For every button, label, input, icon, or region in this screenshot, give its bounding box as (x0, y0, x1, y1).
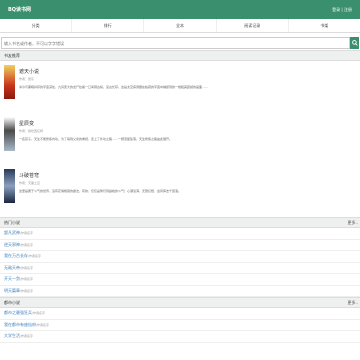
list-item-author: /作者名字 (20, 265, 34, 270)
book-description: 冰冷与黑暗并存的宇宙深处，九具庞大的龙尸拉着一口青铜古棺，亘古长存。这是太空探测… (19, 85, 209, 89)
book-item[interactable]: 斗破苍穹 作者：天蚕土豆 这里是属于斗气的世界，没有花俏艳丽的魔法，有的，仅仅是… (0, 165, 360, 217)
book-title[interactable]: 斗破苍穹 (19, 172, 356, 179)
list-item[interactable]: 开天一剑/作者名字 (0, 274, 360, 286)
list-item-author: /作者名字 (20, 242, 34, 247)
list-item-title[interactable]: 超凡武神 (4, 230, 20, 235)
book-author: 作者：我吃西红柿 (19, 129, 44, 133)
nav-item-ranking[interactable]: 排行 (72, 19, 145, 32)
nav-item-bookshelf[interactable]: 书架 (289, 19, 360, 32)
search-bar (0, 36, 360, 50)
list-item-author: /作者名字 (36, 322, 50, 327)
more-link[interactable]: 更多.. (347, 220, 358, 226)
site-logo[interactable]: BQ读书网 (8, 6, 31, 13)
book-author: 作者：天蚕土豆 (19, 181, 41, 185)
list-item-author: /作者名字 (20, 277, 34, 281)
list-item-title[interactable]: 我在都市有座仙府 (4, 322, 36, 327)
nav-item-complete[interactable]: 全本 (144, 19, 217, 32)
popular-list: 超凡武神/作者名字 逆天邪神/作者名字 我在万古长存/作者名字 无敌天帝/作者名… (0, 228, 360, 297)
list-item-author: /作者名字 (32, 311, 46, 315)
list-item-author: /作者名字 (20, 231, 34, 235)
more-link[interactable]: 更多.. (347, 300, 358, 306)
list-item-author: /作者名字 (28, 254, 42, 258)
list-item[interactable]: 逆天邪神/作者名字 (0, 240, 360, 251)
book-item[interactable]: 遮天小说 作者：辰东 冰冷与黑暗并存的宇宙深处，九具庞大的龙尸拉着一口青铜古棺，… (0, 61, 360, 113)
book-cover[interactable] (4, 117, 15, 151)
main-nav: 分类 排行 全本 阅读记录 书架 (0, 19, 360, 33)
book-cover[interactable] (4, 169, 15, 203)
list-item-title[interactable]: 明天篇章 (4, 288, 20, 293)
list-item-title[interactable]: 我在万古长存 (4, 253, 28, 258)
search-input[interactable] (1, 37, 350, 49)
list-item[interactable]: 明天篇章/作者名字 (0, 286, 360, 297)
book-title[interactable]: 星辰变 (19, 120, 356, 127)
search-icon (351, 40, 358, 46)
popular-section-header: 热门小说 更多.. (0, 217, 360, 228)
book-description: 这里是属于斗气的世界，没有花俏艳丽的魔法，有的，仅仅是繁衍到巅峰的斗气！心潮澎湃… (19, 189, 182, 193)
list-item-title[interactable]: 开天一剑 (4, 276, 20, 281)
list-item[interactable]: 无敌天帝/作者名字 (0, 263, 360, 274)
nav-item-history[interactable]: 阅读记录 (217, 19, 289, 32)
list-item-title[interactable]: 无敌天帝 (4, 265, 20, 270)
book-cover[interactable] (4, 65, 15, 99)
list-item[interactable]: 我在万古长存/作者名字 (0, 251, 360, 263)
list-item[interactable]: 大学生活/作者名字 (0, 331, 360, 343)
featured-section-header: 书友推荐 (0, 50, 360, 61)
list-item-title[interactable]: 大学生活 (4, 333, 20, 338)
list-item[interactable]: 超凡武神/作者名字 (0, 228, 360, 240)
list-item[interactable]: 都市之最强狂兵/作者名字 (0, 308, 360, 320)
book-description: 一名孩子，天生不能修炼内功，为了得到父亲的重视，走上了外功之路……一颗流星坠落，… (19, 137, 173, 141)
login-register-link[interactable]: 登录 | 注册 (332, 7, 352, 13)
book-title[interactable]: 遮天小说 (19, 68, 356, 75)
recent-list: 都市之最强狂兵/作者名字 我在都市有座仙府/作者名字 大学生活/作者名字 (0, 308, 360, 343)
list-item-author: /作者名字 (20, 288, 34, 293)
list-item-title[interactable]: 逆天邪神 (4, 242, 20, 247)
top-bar: BQ读书网 登录 | 注册 (0, 0, 360, 19)
section-title: 书友推荐 (4, 52, 20, 58)
book-item[interactable]: 星辰变 作者：我吃西红柿 一名孩子，天生不能修炼内功，为了得到父亲的重视，走上了… (0, 113, 360, 165)
nav-item-category[interactable]: 分类 (0, 19, 73, 32)
book-author: 作者：辰东 (19, 77, 35, 81)
recent-section-header: 都市小说 更多.. (0, 297, 360, 308)
search-button[interactable] (350, 37, 359, 49)
list-item-author: /作者名字 (20, 334, 34, 338)
section-title: 都市小说 (4, 299, 20, 305)
list-item[interactable]: 我在都市有座仙府/作者名字 (0, 320, 360, 331)
section-title: 热门小说 (4, 219, 20, 225)
list-item-title[interactable]: 都市之最强狂兵 (4, 310, 32, 315)
